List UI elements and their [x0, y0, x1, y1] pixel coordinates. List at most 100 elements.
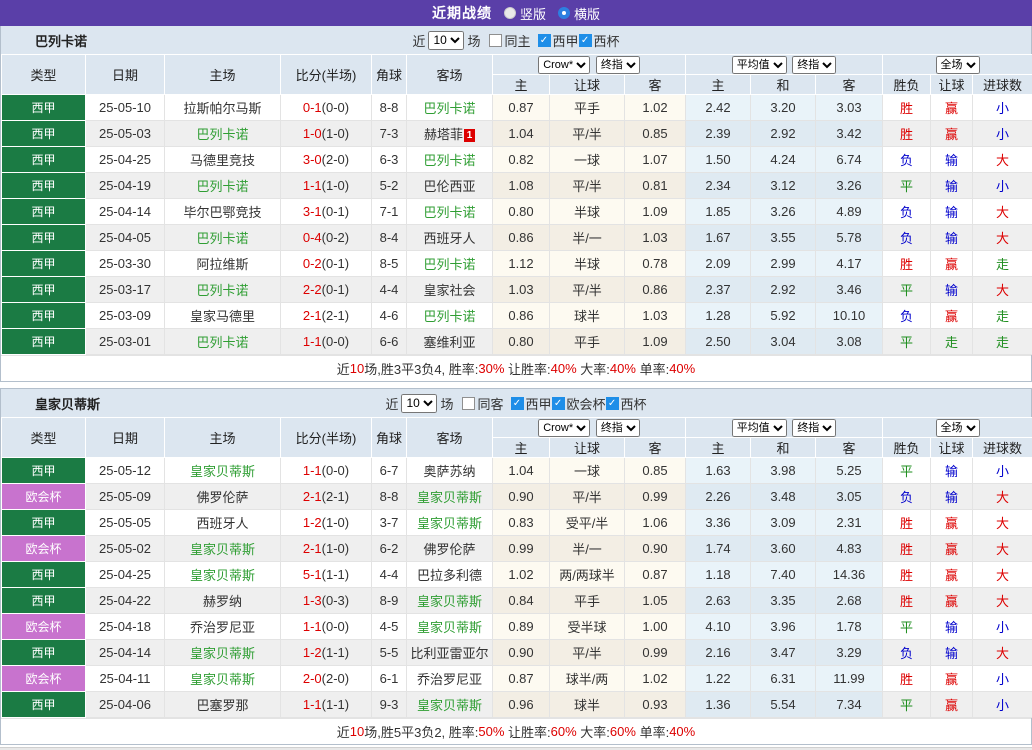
fulltime-score: 1-1: [303, 178, 322, 193]
home-team[interactable]: 皇家贝蒂斯: [190, 568, 255, 583]
away-team[interactable]: 巴列卡诺: [423, 153, 475, 168]
layout-radio-horizontal[interactable]: 横版: [558, 4, 600, 23]
home-team[interactable]: 西班牙人: [196, 516, 248, 531]
away-team[interactable]: 巴伦西亚: [423, 179, 475, 194]
fulltime-score: 0-1: [303, 100, 322, 115]
home-team[interactable]: 拉斯帕尔马斯: [183, 101, 261, 116]
home-team[interactable]: 巴列卡诺: [196, 283, 248, 298]
home-team[interactable]: 佛罗伦萨: [196, 490, 248, 505]
away-team[interactable]: 赫塔菲: [424, 127, 463, 142]
away-team[interactable]: 比利亚雷亚尔: [410, 646, 488, 661]
title-bar: 近期战绩 竖版 横版: [0, 0, 1032, 26]
away-team[interactable]: 皇家社会: [423, 283, 475, 298]
table-row: 西甲 25-04-05 巴列卡诺 0-4(0-2) 8-4 西班牙人 0.86 …: [2, 225, 1032, 251]
league-checkbox[interactable]: ✓西杯: [606, 394, 647, 413]
home-team[interactable]: 皇家贝蒂斯: [190, 672, 255, 687]
home-odds: 0.83: [493, 510, 550, 536]
average-select[interactable]: 平均值: [732, 56, 787, 74]
away-team[interactable]: 奥萨苏纳: [423, 464, 475, 479]
summary-segment: 场,胜3平3负4, 胜率:: [364, 359, 478, 378]
avg-final-odds-select[interactable]: 终指: [792, 56, 836, 74]
avg-final-odds-select[interactable]: 终指: [792, 419, 836, 437]
fulltime-score: 1-3: [303, 593, 322, 608]
home-team[interactable]: 毕尔巴鄂竞技: [183, 205, 261, 220]
home-team[interactable]: 巴塞罗那: [196, 698, 248, 713]
away-team[interactable]: 皇家贝蒂斯: [417, 516, 482, 531]
checkbox-checked-icon[interactable]: ✓: [511, 397, 524, 410]
home-team[interactable]: 马德里竞技: [190, 153, 255, 168]
away-team-cell: 赫塔菲1: [407, 121, 493, 147]
away-team[interactable]: 佛罗伦萨: [423, 542, 475, 557]
away-team-cell: 皇家贝蒂斯: [407, 484, 493, 510]
home-odds: 1.04: [493, 458, 550, 484]
bookmaker-select[interactable]: Crow*: [538, 419, 590, 437]
home-team[interactable]: 赫罗纳: [203, 594, 242, 609]
away-odds: 0.86: [625, 277, 686, 303]
avg-away-odds: 14.36: [816, 562, 883, 588]
away-team[interactable]: 皇家贝蒂斯: [417, 594, 482, 609]
league-checkbox[interactable]: ✓西甲: [538, 31, 579, 50]
away-team[interactable]: 塞维利亚: [423, 335, 475, 350]
home-team[interactable]: 皇家马德里: [190, 309, 255, 324]
final-odds-select[interactable]: 终指: [596, 419, 640, 437]
away-team[interactable]: 巴列卡诺: [423, 257, 475, 272]
fulltime-score: 2-1: [303, 489, 322, 504]
league-checkbox[interactable]: ✓西甲: [511, 394, 552, 413]
summary-segment: 大率:: [577, 359, 610, 378]
result-goals: 小: [973, 173, 1032, 199]
away-team[interactable]: 皇家贝蒂斯: [417, 490, 482, 505]
checkbox-unchecked-icon[interactable]: [489, 34, 502, 47]
away-team[interactable]: 皇家贝蒂斯: [417, 620, 482, 635]
home-team-cell: 乔治罗尼亚: [165, 614, 281, 640]
away-team[interactable]: 巴拉多利德: [417, 568, 482, 583]
corner-score: 6-2: [372, 536, 407, 562]
team-name[interactable]: 巴列卡诺: [35, 31, 87, 50]
average-select[interactable]: 平均值: [732, 419, 787, 437]
table-row: 欧会杯 25-04-11 皇家贝蒂斯 2-0(2-0) 6-1 乔治罗尼亚 0.…: [2, 666, 1032, 692]
near-count-select[interactable]: 10: [428, 31, 464, 50]
home-team[interactable]: 皇家贝蒂斯: [190, 542, 255, 557]
away-odds: 0.81: [625, 173, 686, 199]
col-odds-away: 客: [625, 75, 686, 95]
home-team[interactable]: 巴列卡诺: [196, 179, 248, 194]
league-badge: 欧会杯: [2, 484, 86, 510]
full-match-select[interactable]: 全场: [936, 56, 980, 74]
team-name[interactable]: 皇家贝蒂斯: [35, 394, 100, 413]
home-team[interactable]: 巴列卡诺: [196, 127, 248, 142]
home-team[interactable]: 皇家贝蒂斯: [190, 464, 255, 479]
away-team[interactable]: 皇家贝蒂斯: [417, 698, 482, 713]
final-odds-select[interactable]: 终指: [596, 56, 640, 74]
home-team[interactable]: 乔治罗尼亚: [190, 620, 255, 635]
checkbox-unchecked-icon[interactable]: [462, 397, 475, 410]
home-team[interactable]: 巴列卡诺: [196, 231, 248, 246]
league-checkbox[interactable]: ✓西杯: [579, 31, 620, 50]
away-team[interactable]: 巴列卡诺: [423, 205, 475, 220]
checkbox-checked-icon[interactable]: ✓: [579, 34, 592, 47]
league-checkbox-label: 西甲: [526, 394, 552, 413]
checkbox-checked-icon[interactable]: ✓: [606, 397, 619, 410]
avg-draw-odds: 3.47: [751, 640, 816, 666]
avg-draw-odds: 3.04: [751, 329, 816, 355]
full-match-select[interactable]: 全场: [936, 419, 980, 437]
bookmaker-select[interactable]: Crow*: [538, 56, 590, 74]
away-team[interactable]: 乔治罗尼亚: [417, 672, 482, 687]
away-team-cell: 巴列卡诺: [407, 147, 493, 173]
home-team[interactable]: 阿拉维斯: [196, 257, 248, 272]
radio-selected-icon[interactable]: [558, 7, 570, 19]
home-team[interactable]: 皇家贝蒂斯: [190, 646, 255, 661]
league-checkbox[interactable]: ✓欧会杯: [552, 394, 606, 413]
home-team[interactable]: 巴列卡诺: [196, 335, 248, 350]
radio-unselected-icon[interactable]: [504, 7, 516, 19]
near-count-select[interactable]: 10: [401, 394, 437, 413]
checkbox-checked-icon[interactable]: ✓: [552, 397, 565, 410]
layout-radio-vertical[interactable]: 竖版: [504, 4, 546, 23]
same-venue-checkbox[interactable]: 同主: [489, 31, 530, 50]
corner-score: 7-1: [372, 199, 407, 225]
away-team[interactable]: 巴列卡诺: [423, 101, 475, 116]
score-cell: 2-2(0-1): [281, 277, 372, 303]
away-team[interactable]: 巴列卡诺: [423, 309, 475, 324]
avg-away-odds: 7.34: [816, 692, 883, 718]
same-venue-checkbox[interactable]: 同客: [462, 394, 503, 413]
away-team[interactable]: 西班牙人: [423, 231, 475, 246]
checkbox-checked-icon[interactable]: ✓: [538, 34, 551, 47]
